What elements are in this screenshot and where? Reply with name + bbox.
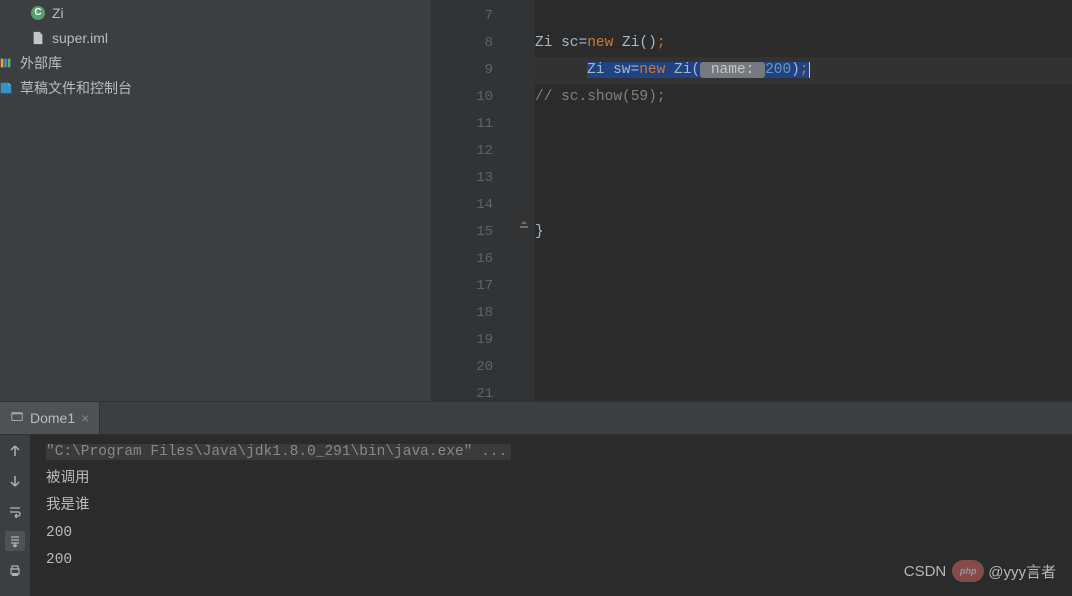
run-tab[interactable]: Dome1 × (0, 402, 100, 434)
tree-item-file-iml[interactable]: super.iml (0, 25, 431, 50)
run-config-icon (10, 410, 24, 427)
code-line: } (535, 219, 1072, 246)
code-line: // sc.show(59); (535, 84, 1072, 111)
code-line (535, 354, 1072, 381)
console-line: 我是谁 (46, 493, 1072, 520)
console-line: 被调用 (46, 466, 1072, 493)
tree-item-scratches[interactable]: 草稿文件和控制台 (0, 75, 431, 100)
close-icon[interactable]: × (81, 410, 89, 426)
up-icon[interactable] (5, 441, 25, 461)
code-line: Zi sw=new Zi( name: 200); (535, 57, 1072, 84)
class-icon: C (30, 5, 46, 21)
tree-item-label: Zi (52, 5, 64, 21)
scroll-to-end-icon[interactable] (5, 531, 25, 551)
soft-wrap-icon[interactable] (5, 501, 25, 521)
tree-item-label: 草稿文件和控制台 (20, 78, 132, 98)
file-icon (30, 30, 46, 46)
tree-item-label: 外部库 (20, 53, 62, 73)
fold-end-icon[interactable] (518, 220, 530, 236)
code-area[interactable]: Zi sc=new Zi(); Zi sw=new Zi( name: 200)… (535, 0, 1072, 401)
fold-column (515, 0, 535, 401)
run-tab-label: Dome1 (30, 410, 75, 426)
php-badge-icon: php (952, 560, 984, 582)
watermark: CSDN php @yyy言者 (904, 560, 1056, 582)
console-line: "C:\Program Files\Java\jdk1.8.0_291\bin\… (46, 439, 1072, 466)
code-line (535, 192, 1072, 219)
code-line (535, 111, 1072, 138)
code-line (535, 246, 1072, 273)
tree-item-class-zi[interactable]: C Zi (0, 0, 431, 25)
console-toolbar (0, 435, 30, 596)
code-line (535, 300, 1072, 327)
library-icon (0, 55, 14, 71)
line-gutter: 7 8 9 10 11 12 13 14 15 16 17 18 19 20 2… (431, 0, 515, 401)
code-editor[interactable]: 7 8 9 10 11 12 13 14 15 16 17 18 19 20 2… (431, 0, 1072, 401)
code-line: Zi sc=new Zi(); (535, 30, 1072, 57)
code-line (535, 3, 1072, 30)
run-tabbar: Dome1 × (0, 401, 1072, 435)
tree-item-external-libs[interactable]: 外部库 (0, 50, 431, 75)
code-line (535, 381, 1072, 401)
print-icon[interactable] (5, 561, 25, 581)
tree-item-label: super.iml (52, 30, 108, 46)
down-icon[interactable] (5, 471, 25, 491)
scratch-icon (0, 80, 14, 96)
code-line (535, 138, 1072, 165)
console-line: 200 (46, 520, 1072, 547)
project-tree[interactable]: C Zi super.iml 外部库 草稿文件和控制台 (0, 0, 431, 401)
code-line (535, 327, 1072, 354)
code-line (535, 273, 1072, 300)
code-line (535, 165, 1072, 192)
